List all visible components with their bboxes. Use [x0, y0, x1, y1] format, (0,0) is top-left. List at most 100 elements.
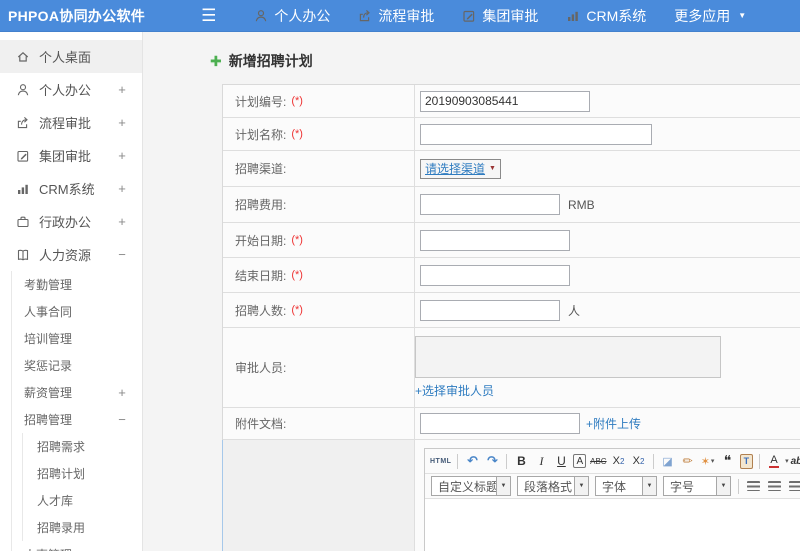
- recruitment-submenu: 招聘需求 招聘计划 人才库 招聘录用: [22, 433, 142, 541]
- html-source-button[interactable]: HTML: [430, 452, 451, 471]
- format-brush-icon[interactable]: ✏: [680, 452, 696, 471]
- expand-plus-icon[interactable]: +: [116, 547, 128, 551]
- caret-down-icon: ▼: [489, 165, 496, 172]
- sidebar-item-reward-punishment[interactable]: 奖惩记录: [12, 352, 142, 379]
- approvers-textarea[interactable]: [415, 336, 721, 378]
- rich-text-editor: HTML ↶ ↷ B I U A ABC X2 X2 ◪ ✏ ✶ ▾ ❝ T A…: [424, 448, 800, 551]
- align-right-icon[interactable]: [789, 481, 800, 491]
- end-date-input[interactable]: [420, 264, 570, 286]
- collapse-minus-icon[interactable]: −: [116, 247, 128, 262]
- expand-plus-icon[interactable]: +: [116, 82, 128, 97]
- topnav-label: CRM系统: [586, 7, 647, 24]
- channel-select[interactable]: 请选择渠道 ▼: [420, 158, 501, 179]
- subscript-button[interactable]: X2: [631, 452, 647, 471]
- select-approvers-link[interactable]: +选择审批人员: [415, 382, 494, 399]
- hr-submenu: 考勤管理 人事合同 培训管理 奖惩记录 薪资管理 + 招聘管理 − 招聘需求 招…: [11, 271, 142, 551]
- caret-down-icon: ▼: [496, 477, 510, 495]
- expand-plus-icon[interactable]: +: [116, 148, 128, 163]
- superscript-button[interactable]: X2: [611, 452, 627, 471]
- blockquote-icon[interactable]: ❝: [720, 452, 736, 471]
- person-icon: [16, 83, 30, 97]
- editor-content-area[interactable]: [425, 499, 800, 551]
- person-icon: [254, 9, 268, 23]
- font-color-button[interactable]: A: [766, 452, 782, 471]
- topnav-workflow-approval[interactable]: 流程审批: [358, 6, 434, 26]
- plan-name-input[interactable]: [420, 123, 652, 145]
- collapse-minus-icon[interactable]: −: [116, 412, 128, 427]
- attachment-upload-link[interactable]: +附件上传: [586, 415, 641, 432]
- form-row-attachment: 附件文档: +附件上传: [223, 408, 800, 440]
- attachment-input[interactable]: [420, 413, 580, 434]
- sidebar-item-recruit-hire[interactable]: 招聘录用: [23, 514, 142, 541]
- caret-down-icon[interactable]: ▾: [785, 457, 789, 465]
- add-plus-icon: ✚: [210, 53, 222, 69]
- sidebar-item-personnel-mgmt[interactable]: 人事管理 +: [12, 541, 142, 551]
- briefcase-icon: [16, 215, 30, 229]
- redo-icon[interactable]: ↷: [484, 452, 500, 471]
- hamburger-menu-icon[interactable]: ☰: [201, 7, 216, 24]
- bold-button[interactable]: B: [513, 452, 529, 471]
- form-row-plan-name: 计划名称: (*): [223, 118, 800, 151]
- expand-plus-icon[interactable]: +: [116, 115, 128, 130]
- sidebar-item-human-resources[interactable]: 人力资源 −: [0, 238, 142, 271]
- sidebar-item-workflow-approval[interactable]: 流程审批 +: [0, 106, 142, 139]
- custom-title-select[interactable]: 自定义标题 ▼: [431, 476, 511, 496]
- chart-icon: [16, 182, 30, 196]
- topnav-crm-system[interactable]: CRM系统: [566, 6, 646, 26]
- recruit-cost-input[interactable]: [420, 194, 560, 215]
- topnav-more-apps[interactable]: 更多应用 ▼: [674, 6, 746, 26]
- sidebar-item-attendance-mgmt[interactable]: 考勤管理: [12, 271, 142, 298]
- page-title-text: 新增招聘计划: [228, 53, 313, 69]
- start-date-input[interactable]: [420, 229, 570, 251]
- sidebar-item-personal-office[interactable]: 个人办公 +: [0, 73, 142, 106]
- paste-text-icon[interactable]: T: [739, 453, 754, 469]
- underline-button[interactable]: U: [553, 452, 569, 471]
- highlight-button[interactable]: ab✎: [791, 452, 800, 471]
- autoformat-wand-icon[interactable]: ✶ ▾: [700, 452, 716, 471]
- align-center-icon[interactable]: [768, 481, 781, 491]
- sidebar-item-group-approval[interactable]: 集团审批 +: [0, 139, 142, 172]
- topnav-personal-office[interactable]: 个人办公: [254, 6, 330, 26]
- sidebar-item-training-mgmt[interactable]: 培训管理: [12, 325, 142, 352]
- font-style-box-button[interactable]: A: [573, 454, 587, 468]
- field-label: 计划名称:: [235, 127, 287, 142]
- field-label: 招聘渠道:: [235, 162, 287, 176]
- form-row-start-date: 开始日期: (*): [223, 223, 800, 258]
- sidebar-item-recruitment-mgmt[interactable]: 招聘管理 −: [12, 406, 142, 433]
- strikethrough-button[interactable]: ABC: [590, 452, 606, 471]
- expand-plus-icon[interactable]: +: [116, 385, 128, 400]
- topnav-group-approval[interactable]: 集团审批: [462, 6, 538, 26]
- headcount-input[interactable]: [420, 299, 560, 321]
- workflow-icon: [358, 9, 372, 23]
- caret-down-icon: ▾: [710, 458, 715, 465]
- align-left-icon[interactable]: [747, 481, 760, 491]
- sidebar-item-crm-system[interactable]: CRM系统 +: [0, 172, 142, 205]
- font-family-select[interactable]: 字体 ▼: [595, 476, 657, 496]
- paragraph-format-select[interactable]: 段落格式 ▼: [517, 476, 589, 496]
- required-mark: (*): [291, 234, 303, 246]
- sidebar-item-admin-office[interactable]: 行政办公 +: [0, 205, 142, 238]
- field-label: 开始日期:: [235, 233, 287, 248]
- sidebar-item-salary-mgmt[interactable]: 薪资管理 +: [12, 379, 142, 406]
- required-mark: (*): [291, 304, 303, 316]
- sidebar-item-recruit-demand[interactable]: 招聘需求: [23, 433, 142, 460]
- plan-number-input[interactable]: [420, 90, 590, 112]
- form-row-editor: HTML ↶ ↷ B I U A ABC X2 X2 ◪ ✏ ✶ ▾ ❝ T A…: [222, 440, 800, 551]
- font-size-select[interactable]: 字号 ▼: [663, 476, 731, 496]
- sidebar-item-label: CRM系统: [39, 182, 95, 197]
- sidebar-item-talent-pool[interactable]: 人才库: [23, 487, 142, 514]
- workflow-icon: [16, 116, 30, 130]
- undo-icon[interactable]: ↶: [464, 452, 480, 471]
- sidebar-item-label: 人力资源: [39, 248, 92, 263]
- expand-plus-icon[interactable]: +: [116, 181, 128, 196]
- channel-select-value: 请选择渠道: [425, 162, 486, 176]
- eraser-icon[interactable]: ◪: [660, 452, 676, 471]
- sidebar-item-recruit-plan[interactable]: 招聘计划: [23, 460, 142, 487]
- sidebar-item-hr-contracts[interactable]: 人事合同: [12, 298, 142, 325]
- italic-button[interactable]: I: [533, 452, 549, 471]
- sidebar-item-personal-desktop[interactable]: 个人桌面: [0, 40, 142, 73]
- caret-down-icon[interactable]: ▼: [738, 11, 746, 20]
- caret-down-icon: ▼: [716, 477, 730, 495]
- page-title: ✚ 新增招聘计划: [143, 32, 800, 71]
- expand-plus-icon[interactable]: +: [116, 214, 128, 229]
